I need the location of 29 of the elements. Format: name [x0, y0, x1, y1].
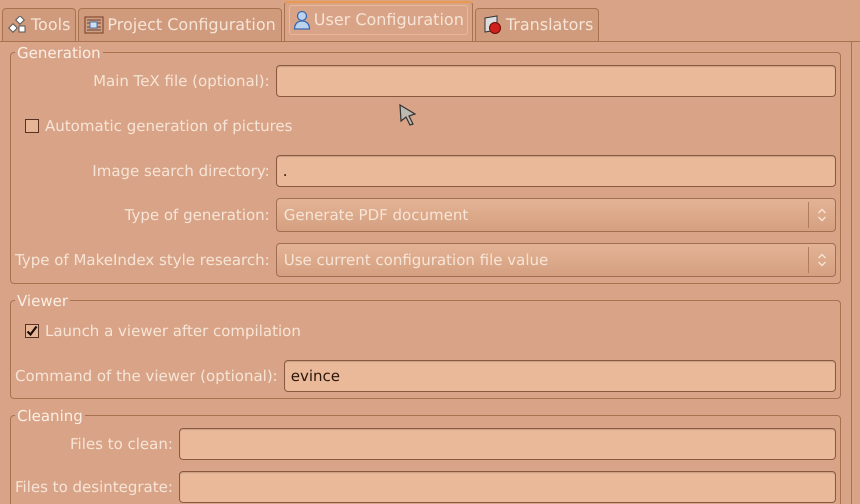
checkbox[interactable]	[25, 119, 39, 133]
field-label: Files to desintegrate:	[15, 476, 173, 498]
shapes-icon	[8, 16, 28, 34]
document-icon	[84, 16, 104, 34]
input-field[interactable]: evince	[284, 360, 836, 392]
mouse-pointer-icon	[398, 103, 418, 127]
spinner-arrows-icon	[817, 207, 827, 223]
dropdown[interactable]: Generate PDF document	[276, 198, 836, 232]
dropdown[interactable]: Use current configuration file value	[276, 243, 836, 277]
input-field[interactable]	[178, 428, 836, 460]
input-field[interactable]	[178, 471, 836, 503]
user-icon	[292, 10, 311, 30]
input-field[interactable]	[276, 65, 836, 97]
checkmark-icon	[26, 325, 38, 337]
checkbox-label: Launch a viewer after compilation	[45, 320, 301, 342]
checkbox-label: Automatic generation of pictures	[45, 116, 292, 137]
checkbox[interactable]	[25, 324, 39, 338]
field-label: Main TeX file (optional):	[93, 70, 270, 92]
field-label: Image search directory:	[92, 160, 270, 182]
field-label: Command of the viewer (optional):	[15, 366, 278, 387]
input-field[interactable]: .	[276, 155, 836, 187]
tab[interactable]: Project Configuration	[78, 8, 282, 41]
tab[interactable]: User Configuration	[284, 1, 473, 41]
field-label: Files to clean:	[70, 434, 173, 455]
spinner-arrows-icon	[817, 252, 827, 268]
tab[interactable]: Translators	[474, 8, 600, 41]
tab[interactable]: Tools	[2, 8, 76, 41]
field-label: Type of MakeIndex style research:	[15, 250, 270, 271]
field-label: Type of generation:	[124, 204, 270, 226]
